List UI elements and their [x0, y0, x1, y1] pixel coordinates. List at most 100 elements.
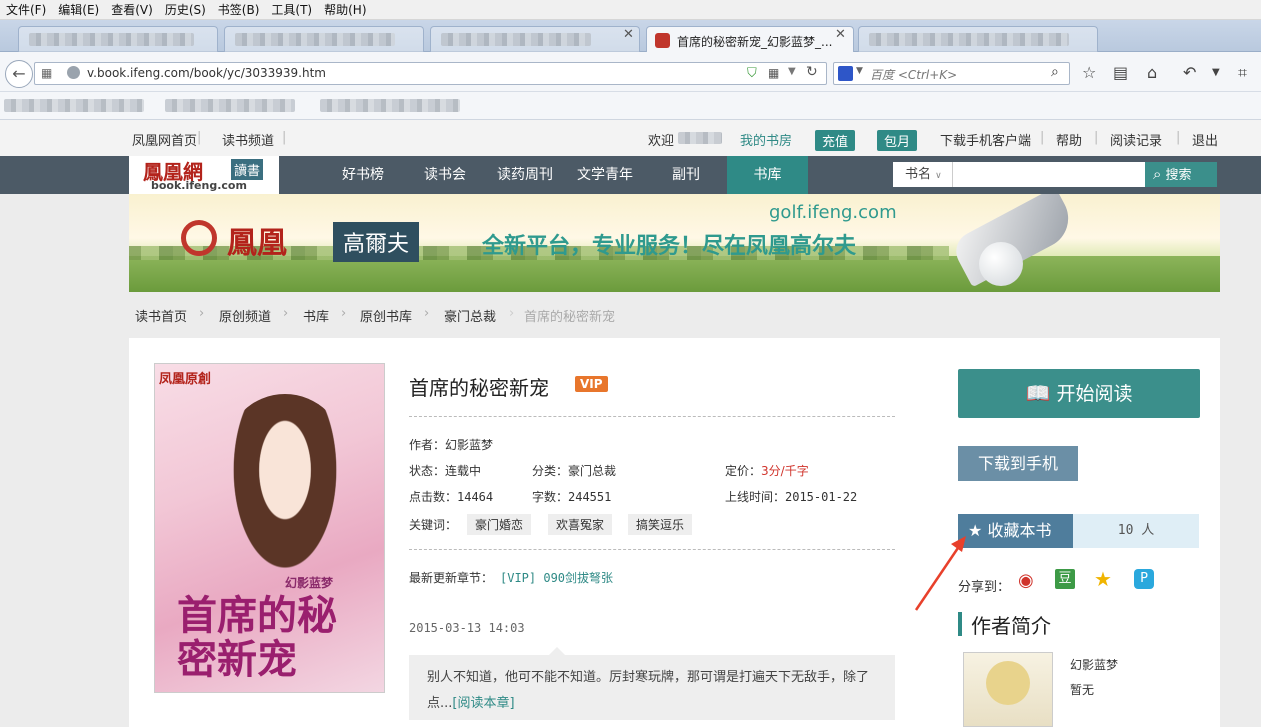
- tab-blurred-1[interactable]: [18, 26, 218, 52]
- menu-bookmarks[interactable]: 书签(B): [212, 0, 266, 20]
- tencent-share-icon[interactable]: P: [1134, 569, 1154, 589]
- book-cover[interactable]: 凤凰原創 幻影蓝梦 首席的秘密新宠: [154, 363, 385, 693]
- link-my-shelf[interactable]: 我的书房: [740, 130, 792, 149]
- nav-library[interactable]: 书库: [727, 156, 808, 194]
- url-text[interactable]: v.book.ifeng.com/book/yc/3033939.htm: [87, 66, 326, 80]
- link-help[interactable]: 帮助: [1056, 130, 1082, 149]
- search-placeholder[interactable]: 百度 <Ctrl+K>: [870, 66, 957, 83]
- username-blurred[interactable]: [678, 132, 722, 144]
- keyword-tag[interactable]: 豪门婚恋: [467, 514, 532, 535]
- nav-book-club[interactable]: 读书会: [400, 156, 490, 194]
- chevron-right-icon: ›: [341, 306, 347, 321]
- nav-literature-youth[interactable]: 文学青年: [560, 156, 650, 194]
- monthly-button[interactable]: 包月: [877, 130, 918, 151]
- keyword-tag[interactable]: 搞笑逗乐: [628, 514, 693, 535]
- menu-edit[interactable]: 编辑(E): [52, 0, 105, 20]
- menu-tools[interactable]: 工具(T): [265, 0, 318, 20]
- tab-blurred-4[interactable]: [858, 26, 1098, 52]
- qr-code-icon[interactable]: ▦: [768, 66, 779, 80]
- nav-weekly[interactable]: 读药周刊: [480, 156, 570, 194]
- book-author[interactable]: 作者：幻影蓝梦: [409, 436, 493, 453]
- search-engine-dropdown-icon[interactable]: ▼: [856, 66, 863, 76]
- keyword-tag[interactable]: 欢喜冤家: [548, 514, 613, 535]
- qzone-star-icon[interactable]: ★: [1094, 567, 1112, 591]
- ifeng-logo-icon: [181, 220, 217, 256]
- close-active-tab-icon[interactable]: ✕: [835, 27, 846, 42]
- close-tab-icon[interactable]: ✕: [623, 27, 634, 42]
- tab-strip: ✕ 首席的秘密新宠_幻影蓝梦_... ✕: [0, 20, 1261, 53]
- crumb-category[interactable]: 豪门总裁: [444, 306, 496, 325]
- book-category[interactable]: 分类：豪门总裁: [532, 462, 616, 479]
- menu-file[interactable]: 文件(F): [0, 0, 52, 20]
- url-bar[interactable]: ▦ v.book.ifeng.com/book/yc/3033939.htm ⛉…: [34, 62, 827, 85]
- search-button-label: 搜索: [1165, 168, 1192, 183]
- star-bookmark-icon[interactable]: ☆: [1082, 63, 1096, 83]
- banner-grass: [129, 256, 1220, 292]
- crumb-original[interactable]: 原创频道: [219, 306, 271, 325]
- ifeng-book-logo[interactable]: 鳳凰網 讀書 book.ifeng.com: [129, 156, 279, 194]
- recharge-button[interactable]: 充值: [815, 130, 856, 151]
- vip-badge: VIP: [575, 376, 608, 392]
- crumb-current: 首席的秘密新宠: [524, 310, 616, 325]
- link-download-client[interactable]: 下载手机客户端: [940, 130, 1031, 149]
- link-logout[interactable]: 退出: [1192, 130, 1218, 149]
- cover-author: 幻影蓝梦: [285, 576, 334, 590]
- latest-chapter-label: 最新更新章节：: [409, 571, 494, 585]
- crumb-read-home[interactable]: 读书首页: [135, 306, 187, 325]
- crumb-original-library[interactable]: 原创书库: [360, 306, 412, 325]
- ifeng-favicon-icon: [655, 33, 670, 48]
- link-ifeng-home[interactable]: 凤凰网首页: [132, 130, 197, 149]
- link-read-channel[interactable]: 读书频道: [222, 130, 274, 149]
- tab-blurred-2[interactable]: [224, 26, 424, 52]
- crop-icon[interactable]: ⌗: [1238, 63, 1247, 83]
- site-search-button[interactable]: ⌕ 搜索: [1145, 162, 1217, 187]
- bookmark-blurred-2[interactable]: [165, 99, 295, 112]
- author-name[interactable]: 幻影蓝梦: [1070, 656, 1118, 673]
- menu-view[interactable]: 查看(V): [105, 0, 159, 20]
- web-page: 凤凰网首页 | 读书频道 | 欢迎 我的书房 充值 包月 下载手机客户端 | 帮…: [0, 120, 1261, 727]
- reload-icon[interactable]: ↻: [806, 64, 818, 80]
- cover-title: 首席的秘密新宠: [177, 592, 337, 683]
- bookmarks-list-icon[interactable]: ▤: [1113, 63, 1128, 83]
- banner-domain: golf.ifeng.com: [769, 202, 897, 223]
- menu-history[interactable]: 历史(S): [159, 0, 212, 20]
- latest-chapter-link[interactable]: [VIP] 090剑拔弩张: [500, 569, 613, 586]
- avatar-placeholder-icon: [986, 661, 1030, 705]
- home-icon[interactable]: ⌂: [1147, 63, 1157, 83]
- magnifier-icon[interactable]: ⌕: [1051, 64, 1059, 80]
- weibo-icon[interactable]: ◉: [1018, 570, 1034, 591]
- search-scope-select[interactable]: 书名 ∨: [893, 162, 953, 187]
- divider: |: [1176, 130, 1181, 145]
- start-reading-button[interactable]: 📖 开始阅读: [958, 369, 1200, 418]
- read-chapter-link[interactable]: [阅读本章]: [452, 696, 514, 711]
- bookmark-blurred-3[interactable]: [320, 99, 460, 112]
- douban-icon[interactable]: 豆: [1055, 569, 1075, 589]
- book-clicks: 点击数：14464: [409, 490, 494, 504]
- shield-icon[interactable]: ⛉: [747, 66, 757, 81]
- crumb-library[interactable]: 书库: [303, 306, 329, 325]
- download-to-phone-button[interactable]: 下载到手机: [958, 446, 1078, 481]
- excerpt-text: 别人不知道，他可不能不知道。厉封寒玩牌，那可谓是打遍天下无敌手，除了点...[阅…: [427, 665, 879, 717]
- page-info-icon[interactable]: ▦: [41, 66, 52, 80]
- baidu-icon[interactable]: [838, 66, 853, 81]
- dropdown-arrow-icon[interactable]: ▼: [788, 66, 796, 77]
- tab-active[interactable]: 首席的秘密新宠_幻影蓝梦_...: [646, 26, 854, 53]
- menu-help[interactable]: 帮助(H): [318, 0, 372, 20]
- author-intro-title: 作者简介: [971, 614, 1051, 638]
- collect-book-button[interactable]: ★ 收藏本书: [958, 514, 1073, 548]
- bookmark-blurred-1[interactable]: [4, 99, 144, 112]
- logo-badge: 讀書: [231, 159, 264, 180]
- link-reading-history[interactable]: 阅读记录: [1110, 130, 1162, 149]
- book-title: 首席的秘密新宠: [409, 376, 549, 400]
- author-avatar[interactable]: [963, 652, 1053, 727]
- keywords-label: 关键词：: [409, 518, 458, 532]
- tab-blurred-3[interactable]: [430, 26, 640, 52]
- undo-icon[interactable]: ↶: [1183, 63, 1196, 83]
- back-button[interactable]: ←: [5, 60, 33, 88]
- golf-ad-banner[interactable]: 鳳凰 高爾夫 全新平台，专业服务！尽在凤凰高尔夫 golf.ifeng.com: [129, 194, 1220, 292]
- nav-supplement[interactable]: 副刊: [641, 156, 731, 194]
- site-search-input[interactable]: [953, 162, 1145, 187]
- nav-good-books[interactable]: 好书榜: [318, 156, 408, 194]
- search-bar[interactable]: ▼ 百度 <Ctrl+K> ⌕: [833, 62, 1070, 85]
- menu-dropdown-icon[interactable]: ▼: [1212, 63, 1220, 83]
